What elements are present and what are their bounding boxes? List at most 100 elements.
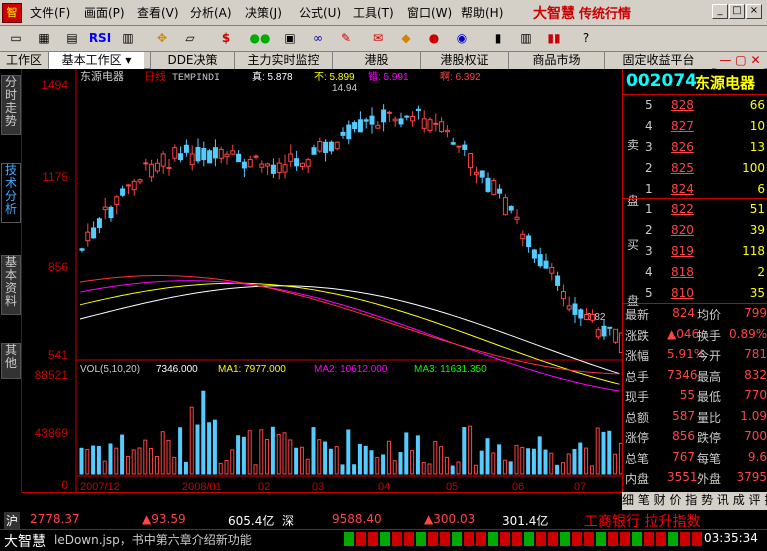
menu-help[interactable]: 帮助(H) [461,4,503,21]
book-icon[interactable]: ▮ [486,28,510,49]
candle [247,158,253,168]
menu-formula[interactable]: 公式(U) [299,4,341,21]
candle [421,118,427,129]
tab-other[interactable]: 其他 [1,343,21,379]
menu-decision[interactable]: 决策(J) [245,4,282,21]
rsi-button[interactable]: RSI [88,28,112,49]
text-icon[interactable]: ✉ [366,28,390,49]
volume-bar [526,448,531,475]
volume-bar [572,448,577,475]
tab-tech-analysis[interactable]: 技术分析 [1,163,21,223]
work-area-label: 工作区 [0,52,48,69]
vol-ma2: MA2: 10612.000 [314,364,388,375]
sell-level-price[interactable]: 828 [671,98,694,112]
heat-cell [608,532,619,546]
sell-level-price[interactable]: 827 [671,119,694,133]
menu-analyze[interactable]: 分析(A) [190,4,232,21]
tab-commodity[interactable]: 商品市场 [508,52,604,69]
heat-cell [692,532,703,546]
left-tabs: 分时走势 技术分析 基本资料 其他 [0,69,22,492]
kline-chart-svg: 1494 1175 856 541 88521 43869 0 东源电器 日线 … [22,69,622,492]
app-icon[interactable]: 智 [2,3,22,23]
volume-bar [346,429,351,475]
tab-fundamentals[interactable]: 基本资料 [1,255,21,315]
ball-icon[interactable]: ● [422,28,446,49]
volume-bar [201,390,206,475]
tab-monitor[interactable]: 主力实时监控 [234,52,332,69]
chart-icon[interactable]: ▥ [116,28,140,49]
diamond-icon[interactable]: ◆ [394,28,418,49]
menu-file[interactable]: 文件(F) [30,4,70,21]
globe-icon[interactable]: ◉ [450,28,474,49]
vol-tick-1: 88521 [35,368,69,382]
dollar-button[interactable]: $ [214,28,238,49]
candle [137,179,143,183]
window-controls-small[interactable]: — ▢ ✕ [716,52,764,69]
candle [224,153,230,158]
candle [328,141,334,152]
buy-level-price[interactable]: 822 [671,202,694,216]
database-icon[interactable]: ▥ [514,28,538,49]
candle [270,164,276,174]
binoculars-icon[interactable]: ∞ [306,28,330,49]
move-icon[interactable]: ✥ [150,28,174,49]
candle [369,115,375,125]
candle [363,119,369,122]
candle [613,328,619,343]
buy-level-price[interactable]: 820 [671,223,694,237]
buy-level-price[interactable]: 810 [671,286,694,300]
close-button[interactable]: × [746,4,762,19]
sell-level-vol: 13 [749,140,765,154]
quote-bottom-tabs[interactable]: 细 笔 财 价 指 势 讯 成 评 操 [622,492,767,510]
volume-bar [485,438,490,475]
candle [317,141,323,152]
candle [357,119,363,133]
minimize-button[interactable]: _ [712,4,728,19]
books-icon[interactable]: ▮▮ [542,28,566,49]
kline-chart-area[interactable]: 1494 1175 856 541 88521 43869 0 东源电器 日线 … [22,69,622,508]
tab-hk[interactable]: 港股 [332,52,420,69]
stat-value: 55 [679,388,695,402]
menu-window[interactable]: 窗口(W) [407,4,452,21]
help-icon[interactable]: ? [574,28,598,49]
candle [578,309,584,319]
alert-icon[interactable]: ✎ [334,28,358,49]
sell-level-price[interactable]: 826 [671,140,694,154]
menu-view[interactable]: 画面(P) [84,4,125,21]
f10-icon[interactable]: ▣ [278,28,302,49]
sell-level-price[interactable]: 825 [671,161,694,175]
tab-dde[interactable]: DDE决策 [150,52,234,69]
candle [566,305,572,310]
buy-level-price[interactable]: 819 [671,244,694,258]
sell-label: 卖盘 [627,138,640,208]
stat-label: 涨幅 [625,349,650,363]
volume-bar [328,448,333,475]
x-label-2: 2008/01 [182,481,222,492]
buy-level-vol: 118 [742,244,765,258]
ruler-icon[interactable]: ▱ [178,28,202,49]
maximize-button[interactable]: □ [729,4,745,19]
menu-look[interactable]: 查看(V) [137,4,179,21]
candle [589,313,595,321]
candle [183,144,189,153]
sell-level-price[interactable]: 824 [671,182,694,196]
kline-icon[interactable]: ▦ [32,28,56,49]
sz-change: ▲300.03 [424,512,476,526]
sell-level-num: 2 [645,161,653,175]
tab-timeshare[interactable]: 分时走势 [1,75,21,135]
volume-bar [462,427,467,475]
work-area-select[interactable]: 基本工作区 ▾ [48,52,144,69]
buy-level-price[interactable]: 818 [671,265,694,279]
heat-cell [416,532,427,546]
stock-name: 东源电器 [695,74,756,92]
candle [201,148,207,161]
heat-cell [404,532,415,546]
menu-tools[interactable]: 工具(T) [353,4,394,21]
tab-fixed-income[interactable]: 固定收益平台 [604,52,712,69]
sh-index: 2778.37 [30,512,80,526]
stat-label: 外盘 [697,472,722,486]
cursor-icon[interactable]: ▭ [4,28,28,49]
traffic-light-icon[interactable]: ●● [248,28,272,49]
grid-icon[interactable]: ▤ [60,28,84,49]
tab-hk-warrant[interactable]: 港股权证 [420,52,508,69]
